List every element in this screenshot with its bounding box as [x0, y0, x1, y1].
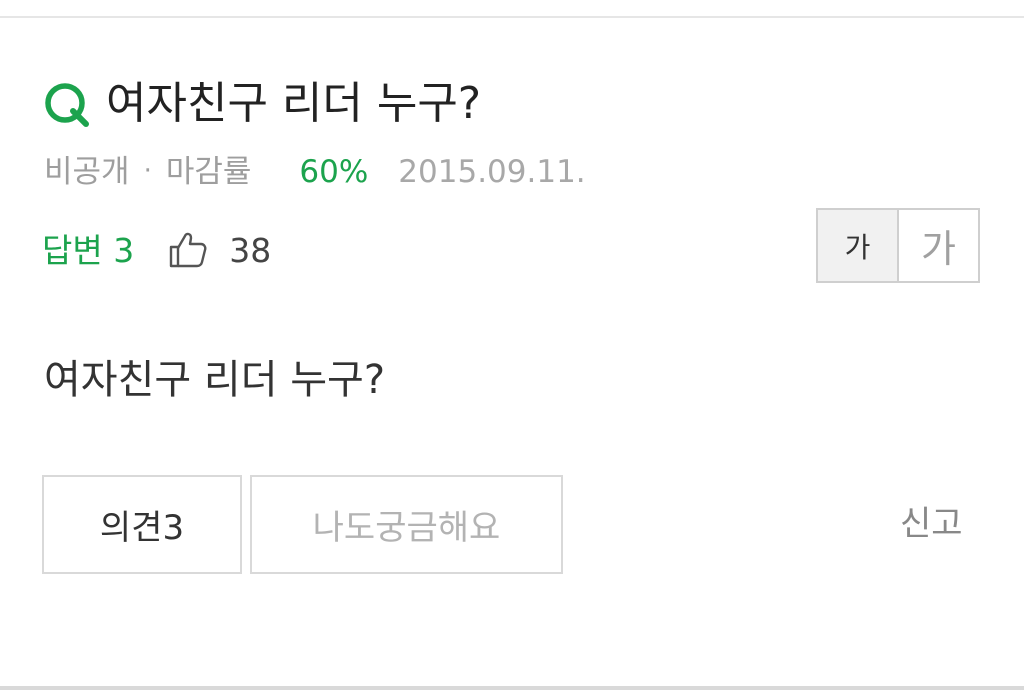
question-title: 여자친구 리더 누구?	[106, 78, 482, 129]
opinion-button[interactable]: 의견3	[42, 475, 242, 574]
question-date: 2015.09.11.	[398, 154, 586, 190]
meta-separator: ·	[143, 156, 152, 186]
font-large-button[interactable]: 가	[899, 210, 978, 281]
font-small-button[interactable]: 가	[818, 210, 899, 281]
top-divider	[0, 16, 1024, 18]
me-too-curious-button[interactable]: 나도궁금해요	[250, 475, 563, 574]
font-size-toggle: 가 가	[816, 208, 980, 283]
question-meta: 비공개 · 마감률 60% 2015.09.11.	[44, 150, 586, 196]
report-link[interactable]: 신고	[900, 500, 963, 548]
question-stats: 답변 3 38	[42, 226, 271, 276]
answer-count[interactable]: 답변 3	[42, 231, 134, 270]
visibility-label: 비공개	[44, 154, 130, 190]
like-count: 38	[229, 231, 272, 270]
question-body: 여자친구 리더 누구?	[44, 357, 386, 403]
closing-rate-label: 마감률	[165, 154, 252, 190]
q-icon	[45, 83, 89, 127]
question-page: 여자친구 리더 누구? 비공개 · 마감률 60% 2015.09.11. 답변 3 3…	[0, 0, 1024, 696]
bottom-divider	[0, 686, 1024, 690]
thumbs-up-icon[interactable]	[167, 228, 209, 270]
closing-rate-value: 60%	[299, 154, 369, 190]
